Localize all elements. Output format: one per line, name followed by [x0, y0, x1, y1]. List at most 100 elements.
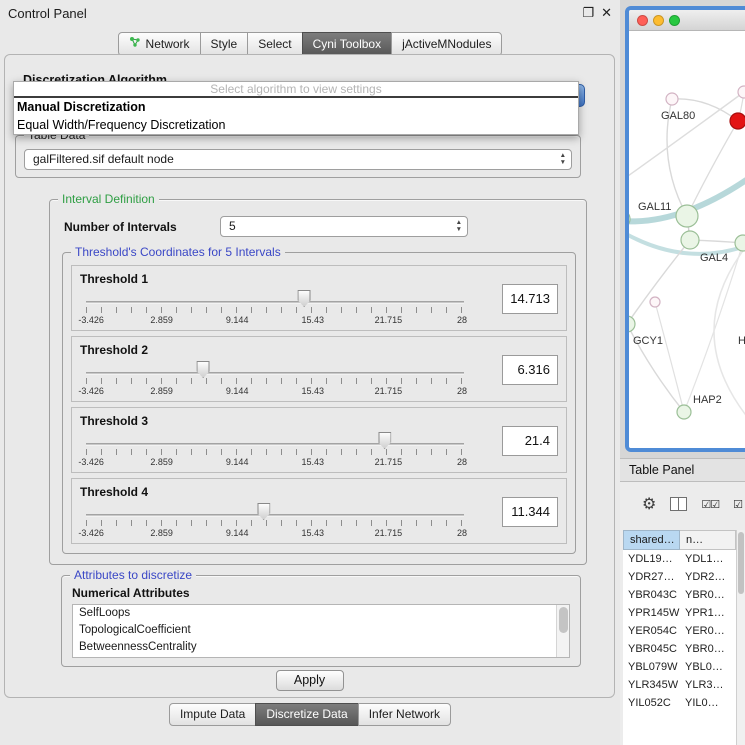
threshold-2-value-field[interactable]: 6.316: [502, 355, 558, 385]
network-node-hap2[interactable]: [677, 405, 691, 419]
threshold-1-slider[interactable]: -3.4262.8599.14415.4321.71528: [86, 290, 464, 330]
network-node-gal4[interactable]: [681, 231, 699, 249]
table-cell[interactable]: YLR3…: [680, 676, 736, 694]
interval-definition-group: Interval Definition Number of Intervals …: [49, 199, 587, 565]
number-of-intervals-combobox[interactable]: 5 ▲▼: [220, 216, 468, 237]
table-row[interactable]: YDL19…YDL1…: [623, 550, 736, 568]
table-cell[interactable]: YDR2…: [680, 568, 736, 586]
table-row[interactable]: YBR045CYBR0…: [623, 640, 736, 658]
network-canvas[interactable]: GAL80GAL11GAL4GCY1HAP2H…: [629, 31, 745, 448]
algorithm-option-manual-discretization[interactable]: Manual Discretization: [14, 98, 578, 116]
tab-label: Cyni Toolbox: [313, 37, 381, 51]
table-cell[interactable]: YBR043C: [623, 586, 680, 604]
tab-impute-data[interactable]: Impute Data: [169, 703, 256, 726]
table-row[interactable]: YPR145WYPR1…: [623, 604, 736, 622]
attribute-item-selfloops[interactable]: SelfLoops: [73, 605, 569, 622]
table-cell[interactable]: YPR1…: [680, 604, 736, 622]
threshold-1-value-field[interactable]: 14.713: [502, 284, 558, 314]
tab-label: Impute Data: [180, 707, 245, 721]
scale-label: 2.859: [150, 386, 173, 396]
column-header-0[interactable]: shared…: [623, 530, 680, 550]
numerical-attributes-list[interactable]: SelfLoopsTopologicalCoefficientBetweenne…: [72, 604, 570, 658]
threshold-2-slider[interactable]: -3.4262.8599.14415.4321.71528: [86, 361, 464, 401]
tab-style[interactable]: Style: [200, 32, 249, 56]
network-node[interactable]: [650, 297, 660, 307]
combo-arrows-icon: ▲▼: [456, 219, 462, 233]
node-label: H…: [738, 335, 745, 347]
table-row[interactable]: YBR043CYBR0…: [623, 586, 736, 604]
threshold-3-value-field[interactable]: 21.4: [502, 426, 558, 456]
tab-discretize-data[interactable]: Discretize Data: [255, 703, 358, 726]
table-row[interactable]: YBL079WYBL0…: [623, 658, 736, 676]
scrollbar-thumb[interactable]: [559, 607, 568, 633]
network-view-window: GAL80GAL11GAL4GCY1HAP2H…: [625, 6, 745, 452]
table-data-combobox[interactable]: galFiltered.sif default node ▲▼: [24, 149, 572, 170]
table-cell[interactable]: YER0…: [680, 622, 736, 640]
slider-thumb[interactable]: [378, 432, 391, 449]
scrollbar-thumb[interactable]: [738, 532, 744, 594]
columns-icon[interactable]: [670, 497, 687, 511]
table-cell[interactable]: YBL079W: [623, 658, 680, 676]
table-cell[interactable]: YLR345W: [623, 676, 680, 694]
attribute-item-betweennesscentrality[interactable]: BetweennessCentrality: [73, 639, 569, 656]
network-node[interactable]: [738, 86, 745, 98]
checkbox-icon-2[interactable]: ☑: [733, 498, 742, 511]
network-node[interactable]: [676, 205, 698, 227]
attribute-item-topologicalcoefficient[interactable]: TopologicalCoefficient: [73, 622, 569, 639]
table-cell[interactable]: YBR045C: [623, 640, 680, 658]
slider-track: [86, 301, 464, 304]
threshold-3-slider[interactable]: -3.4262.8599.14415.4321.71528: [86, 432, 464, 472]
slider-thumb[interactable]: [298, 290, 311, 307]
network-canvas-area[interactable]: GAL80GAL11GAL4GCY1HAP2H…: [629, 31, 745, 448]
table-cell[interactable]: YDL19…: [623, 550, 680, 568]
network-edge[interactable]: [629, 240, 690, 324]
table-row[interactable]: YER054CYER0…: [623, 622, 736, 640]
number-of-intervals-value: 5: [229, 219, 236, 233]
table-row[interactable]: YDR27…YDR2…: [623, 568, 736, 586]
traffic-close-button[interactable]: [637, 15, 648, 26]
tab-network[interactable]: Network: [118, 32, 201, 56]
table-cell[interactable]: YBL0…: [680, 658, 736, 676]
bottom-tabs: Impute Data Discretize DataInfer Network: [0, 703, 620, 726]
network-edge[interactable]: [655, 302, 684, 412]
table-cell[interactable]: YIL052C: [623, 694, 680, 712]
column-header-1[interactable]: n…: [680, 530, 736, 550]
algorithm-option-equal-width-frequency-discretization[interactable]: Equal Width/Frequency Discretization: [14, 116, 578, 134]
network-node[interactable]: [730, 113, 745, 129]
table-cell[interactable]: YBR0…: [680, 640, 736, 658]
table-row[interactable]: YLR345WYLR3…: [623, 676, 736, 694]
slider-thumb[interactable]: [197, 361, 210, 378]
threshold-4-value-field[interactable]: 11.344: [502, 497, 558, 527]
table-cell[interactable]: YPR145W: [623, 604, 680, 622]
apply-button[interactable]: Apply: [276, 670, 344, 691]
table-cell[interactable]: YER054C: [623, 622, 680, 640]
tab-infer-network[interactable]: Infer Network: [358, 703, 451, 726]
network-node-gal11[interactable]: [629, 210, 630, 228]
scale-label: 9.144: [226, 315, 249, 325]
settings-gear-icon[interactable]: ⚙: [642, 494, 656, 514]
threshold-4-slider[interactable]: -3.4262.8599.14415.4321.71528: [86, 503, 464, 543]
table-cell[interactable]: YIL0…: [680, 694, 736, 712]
network-node[interactable]: [735, 235, 745, 251]
checkbox-icon-1[interactable]: ☑☑: [701, 498, 719, 511]
attributes-scrollbar[interactable]: [556, 605, 569, 657]
traffic-zoom-button[interactable]: [669, 15, 680, 26]
close-window-icon[interactable]: ✕: [601, 5, 612, 21]
network-edge[interactable]: [629, 92, 744, 181]
tab-cyni-toolbox[interactable]: Cyni Toolbox: [302, 32, 392, 56]
network-node-gcy1[interactable]: [629, 316, 635, 332]
network-node-gal80[interactable]: [666, 93, 678, 105]
float-window-icon[interactable]: ❐: [582, 5, 594, 21]
slider-thumb[interactable]: [257, 503, 270, 520]
scale-label: 15.43: [302, 315, 325, 325]
table-row[interactable]: YIL052CYIL0…: [623, 694, 736, 712]
tab-select[interactable]: Select: [247, 32, 302, 56]
table-scrollbar[interactable]: [736, 530, 745, 745]
traffic-minimize-button[interactable]: [653, 15, 664, 26]
thresholds-group: Threshold's Coordinates for 5 Intervals …: [62, 252, 576, 554]
tab-jactivemnodules[interactable]: jActiveMNodules: [391, 32, 502, 56]
network-window-titlebar[interactable]: [629, 10, 745, 31]
table-cell[interactable]: YDR27…: [623, 568, 680, 586]
table-cell[interactable]: YBR0…: [680, 586, 736, 604]
table-cell[interactable]: YDL1…: [680, 550, 736, 568]
